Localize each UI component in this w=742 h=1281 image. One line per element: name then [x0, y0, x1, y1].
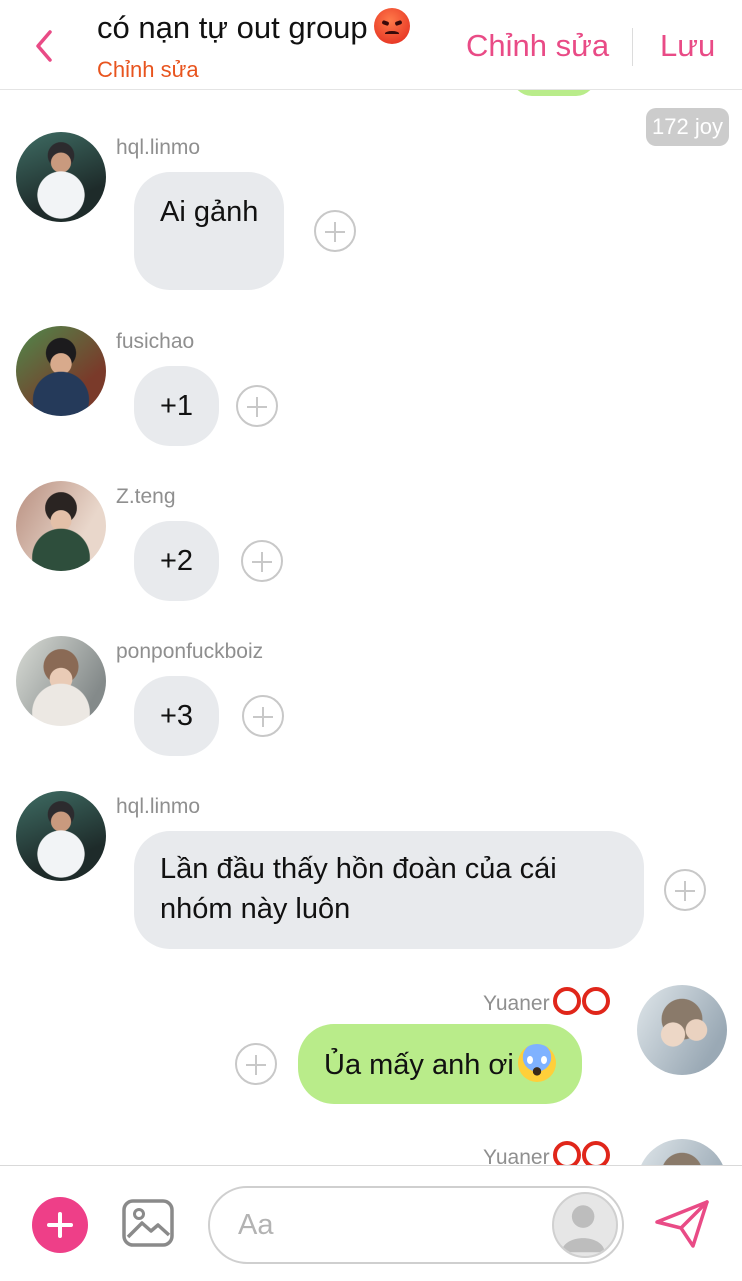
message-text-line: Lần đầu thấy hồn đoàn của cái	[160, 853, 557, 885]
sender-name: Z.teng	[116, 485, 176, 508]
sender-name: Yuaner	[483, 1146, 550, 1165]
avatar[interactable]	[16, 132, 106, 222]
ring-emoji-icon	[552, 1141, 610, 1165]
sender-name: hql.linmo	[116, 136, 201, 159]
chat-title-text: có nạn tự out group	[97, 10, 368, 45]
message-bubble[interactable]: +3	[134, 676, 220, 756]
avatar[interactable]	[637, 1139, 727, 1165]
plus-icon[interactable]	[32, 1197, 88, 1253]
ring-emoji-icon	[552, 987, 610, 1021]
add-reaction-icon[interactable]	[314, 210, 356, 252]
avatar[interactable]	[16, 326, 106, 416]
avatar[interactable]	[16, 791, 106, 881]
chat-screen: 172 joy hql.linmo Ai gảnh fusichao +1 Z.…	[0, 0, 742, 1281]
sender-name-row: Yuaner	[483, 987, 610, 1021]
message-text: +3	[160, 700, 194, 732]
message-input-container[interactable]	[208, 1186, 624, 1264]
angry-face-icon	[373, 8, 410, 44]
avatar[interactable]	[16, 636, 106, 726]
sender-name-row: Yuaner	[483, 1141, 610, 1165]
message-text: Ai gảnh	[160, 196, 259, 228]
message-text: +2	[160, 545, 194, 577]
chat-title: có nạn tự out group	[97, 8, 410, 46]
message-text-line: nhóm này luôn	[160, 893, 351, 925]
add-reaction-icon[interactable]	[236, 385, 278, 427]
message-bubble[interactable]: Ai gảnh	[134, 172, 285, 290]
add-reaction-icon[interactable]	[235, 1043, 277, 1085]
message-bubble[interactable]: Ủa mấy anh ơi	[298, 1024, 582, 1104]
message-bubble[interactable]: Lần đầu thấy hồn đoàn của cái nhóm này l…	[134, 831, 644, 949]
back-chevron-icon[interactable]	[28, 26, 62, 66]
message-list[interactable]: 172 joy hql.linmo Ai gảnh fusichao +1 Z.…	[0, 0, 742, 1165]
save-button[interactable]: Lưu	[660, 28, 715, 64]
message-text: +1	[160, 390, 194, 422]
avatar[interactable]	[637, 985, 727, 1075]
image-gallery-icon[interactable]	[122, 1199, 174, 1247]
likes-badge[interactable]: 172 joy	[646, 108, 729, 146]
message-bubble[interactable]: +1	[134, 366, 220, 446]
face-screaming-icon	[517, 1044, 556, 1082]
user-avatar-icon[interactable]	[552, 1192, 618, 1258]
chat-subtitle[interactable]: Chỉnh sửa	[97, 57, 199, 83]
add-reaction-icon[interactable]	[664, 869, 706, 911]
sender-name: fusichao	[116, 330, 195, 353]
add-reaction-icon[interactable]	[242, 695, 284, 737]
sender-name: hql.linmo	[116, 795, 201, 818]
message-input[interactable]	[238, 1204, 538, 1246]
message-text: Ủa mấy anh ơi	[324, 1049, 514, 1081]
header-divider	[632, 28, 633, 66]
message-bubble[interactable]: +2	[134, 521, 220, 601]
composer-bar	[0, 1165, 742, 1281]
avatar[interactable]	[16, 481, 106, 571]
sender-name: Yuaner	[483, 992, 550, 1015]
edit-button[interactable]: Chỉnh sửa	[466, 28, 609, 64]
chat-header: có nạn tự out group Chỉnh sửa Chỉnh sửa …	[0, 0, 742, 90]
send-icon[interactable]	[653, 1198, 711, 1250]
sender-name: ponponfuckboiz	[116, 640, 264, 663]
add-reaction-icon[interactable]	[241, 540, 283, 582]
